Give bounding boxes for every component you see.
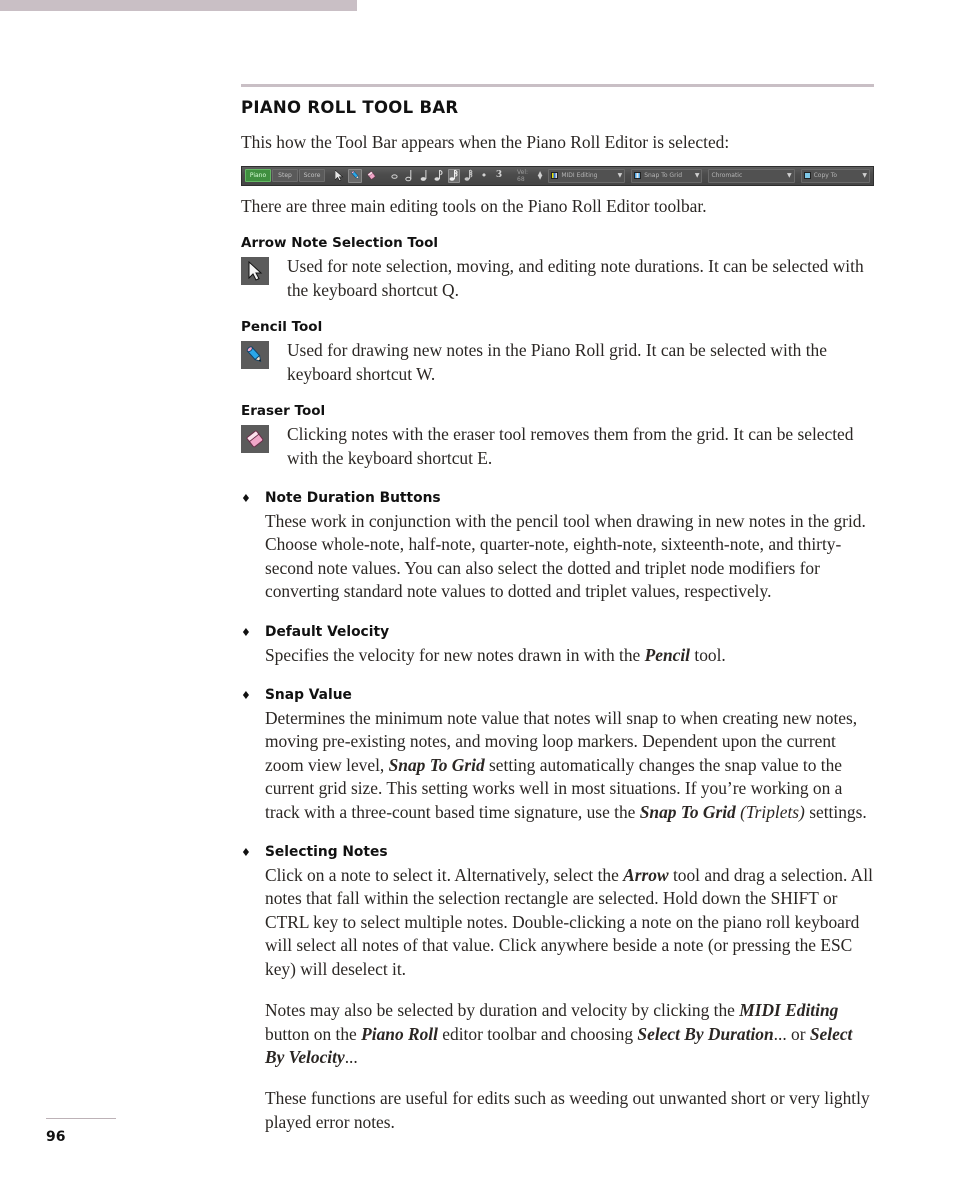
copy-to-swatch-icon — [803, 172, 811, 179]
toolbar-dropdown-chromatic[interactable]: Chromatic ▼ — [708, 168, 795, 183]
tool-heading-pencil: Pencil Tool — [241, 319, 323, 335]
footer-divider-rule — [46, 1118, 116, 1119]
paragraph: Specifies the velocity for new notes dra… — [265, 644, 726, 665]
tool-heading-arrow: Arrow Note Selection Tool — [241, 235, 439, 251]
top-decorative-bar — [0, 0, 357, 11]
emphasis-select-by-duration: Select By Duration — [637, 1023, 774, 1044]
chevron-down-icon[interactable]: ▼ — [695, 172, 700, 179]
bullet-heading-selecting-notes: Selecting Notes — [265, 844, 388, 861]
toolbar-note-thirty-second[interactable] — [463, 169, 475, 183]
bullet-note-duration-buttons: ♦ Note Duration Buttons These work in co… — [241, 490, 874, 604]
intro-paragraph: This how the Tool Bar appears when the P… — [241, 132, 730, 152]
paragraph: These work in conjunction with the penci… — [265, 511, 866, 602]
midi-editing-swatch-icon — [551, 172, 559, 179]
toolbar-velocity-spinner[interactable]: ▲ ▼ — [538, 170, 543, 180]
toolbar-tab-score[interactable]: Score — [299, 169, 325, 182]
toolbar-tab-piano[interactable]: Piano — [245, 169, 271, 182]
bullet-body-note-duration: These work in conjunction with the penci… — [265, 510, 874, 604]
toolbar-dotted-modifier[interactable]: • — [478, 169, 490, 183]
bullet-selecting-notes: ♦ Selecting Notes Click on a note to sel… — [241, 844, 874, 1134]
tool-row-eraser: Clicking notes with the eraser tool remo… — [241, 423, 874, 470]
paragraph: Determines the minimum note value that n… — [265, 708, 867, 822]
toolbar-dropdown-copy-to-label: Copy To — [813, 172, 838, 179]
toolbar-velocity-field[interactable]: Vel: 68 ▲ ▼ — [517, 169, 542, 183]
toolbar-note-quarter[interactable] — [418, 169, 430, 183]
toolbar-eraser-tool-icon[interactable] — [364, 169, 378, 183]
snap-to-grid-swatch-icon — [634, 172, 642, 179]
toolbar-note-half[interactable] — [403, 169, 415, 183]
toolbar-note-eighth[interactable] — [433, 169, 445, 183]
toolbar-pencil-tool-icon[interactable] — [348, 168, 362, 183]
piano-roll-toolbar-figure: Piano Step Score • 3 Vel: 68 ▲ ▼ MIDI Ed… — [241, 165, 874, 186]
page-footer: 96 — [46, 1118, 166, 1145]
chevron-down-icon[interactable]: ▼ — [618, 172, 623, 179]
tool-heading-eraser: Eraser Tool — [241, 403, 326, 419]
toolbar-dropdown-copy-to[interactable]: Copy To ▼ — [800, 168, 870, 183]
paragraph: Notes may also be selected by duration a… — [265, 1000, 853, 1067]
eraser-icon — [241, 425, 269, 453]
tool-description-pencil: Used for drawing new notes in the Piano … — [287, 340, 827, 384]
emphasis-piano-roll: Piano Roll — [361, 1023, 438, 1044]
bullet-default-velocity: ♦ Default Velocity Specifies the velocit… — [241, 624, 874, 667]
tool-description-arrow: Used for note selection, moving, and edi… — [287, 256, 864, 300]
toolbar-tool-group — [332, 168, 378, 183]
bullet-heading-row: ♦ Selecting Notes — [241, 844, 874, 860]
toolbar-mode-tabs: Piano Step Score — [245, 169, 325, 182]
emphasis-snap-to-grid: Snap To Grid — [388, 754, 485, 775]
arrow-cursor-icon — [241, 257, 269, 285]
tool-row-arrow: Used for note selection, moving, and edi… — [241, 255, 874, 302]
chevron-down-icon[interactable]: ▼ — [862, 172, 867, 179]
emphasis-triplets: (Triplets) — [740, 801, 805, 822]
paragraph: Click on a note to select it. Alternativ… — [265, 865, 873, 979]
after-figure-paragraph: There are three main editing tools on th… — [241, 195, 707, 216]
bullet-heading-row: ♦ Note Duration Buttons — [241, 490, 874, 506]
bullet-heading-row: ♦ Snap Value — [241, 687, 874, 703]
toolbar-dropdown-midi-editing[interactable]: MIDI Editing ▼ — [548, 168, 626, 183]
toolbar-note-whole[interactable] — [388, 169, 400, 183]
toolbar-tab-step[interactable]: Step — [272, 169, 298, 182]
tool-description-eraser: Clicking notes with the eraser tool remo… — [287, 424, 854, 468]
diamond-bullet-icon: ♦ — [241, 492, 251, 505]
page-number: 96 — [46, 1129, 66, 1145]
diamond-bullet-icon: ♦ — [241, 625, 251, 639]
bullet-heading-note-duration: Note Duration Buttons — [265, 490, 441, 506]
bullet-heading-snap-value: Snap Value — [265, 687, 352, 704]
paragraph: These functions are useful for edits suc… — [265, 1088, 870, 1132]
toolbar-dropdown-chromatic-label: Chromatic — [711, 172, 743, 179]
emphasis-pencil: Pencil — [644, 644, 691, 665]
toolbar-dropdown-snap-to-grid-label: Snap To Grid — [644, 172, 683, 179]
section-divider-rule — [241, 84, 874, 87]
toolbar-triplet-modifier[interactable]: 3 — [493, 169, 505, 183]
tool-row-pencil: Used for drawing new notes in the Piano … — [241, 339, 874, 386]
bullet-body-selecting-notes: Click on a note to select it. Alternativ… — [265, 864, 874, 1134]
toolbar-note-duration-buttons: • 3 — [388, 168, 505, 183]
page-content: PIANO ROLL TOOL BAR This how the Tool Ba… — [241, 84, 874, 1134]
emphasis-midi-editing: MIDI Editing — [739, 1000, 839, 1021]
diamond-bullet-icon: ♦ — [241, 846, 251, 860]
toolbar-arrow-tool-icon[interactable] — [332, 169, 346, 183]
chevron-down-icon[interactable]: ▼ — [787, 172, 792, 179]
toolbar-dropdown-snap-to-grid[interactable]: Snap To Grid ▼ — [631, 168, 703, 183]
page-title: PIANO ROLL TOOL BAR — [241, 98, 459, 117]
bullet-heading-row: ♦ Default Velocity — [241, 624, 874, 640]
diamond-bullet-icon: ♦ — [241, 689, 251, 703]
bullet-snap-value: ♦ Snap Value Determines the minimum note… — [241, 687, 874, 824]
bullet-body-snap-value: Determines the minimum note value that n… — [265, 707, 874, 824]
emphasis-arrow: Arrow — [623, 865, 669, 886]
toolbar-note-sixteenth[interactable] — [448, 168, 460, 183]
toolbar-dropdown-midi-editing-label: MIDI Editing — [561, 172, 598, 179]
pencil-icon — [241, 341, 269, 369]
bullet-heading-default-velocity: Default Velocity — [265, 623, 390, 640]
emphasis-snap-to-grid-triplets: Snap To Grid — [639, 801, 736, 822]
bullet-body-default-velocity: Specifies the velocity for new notes dra… — [265, 644, 874, 667]
toolbar-velocity-label: Vel: 68 — [517, 168, 529, 183]
